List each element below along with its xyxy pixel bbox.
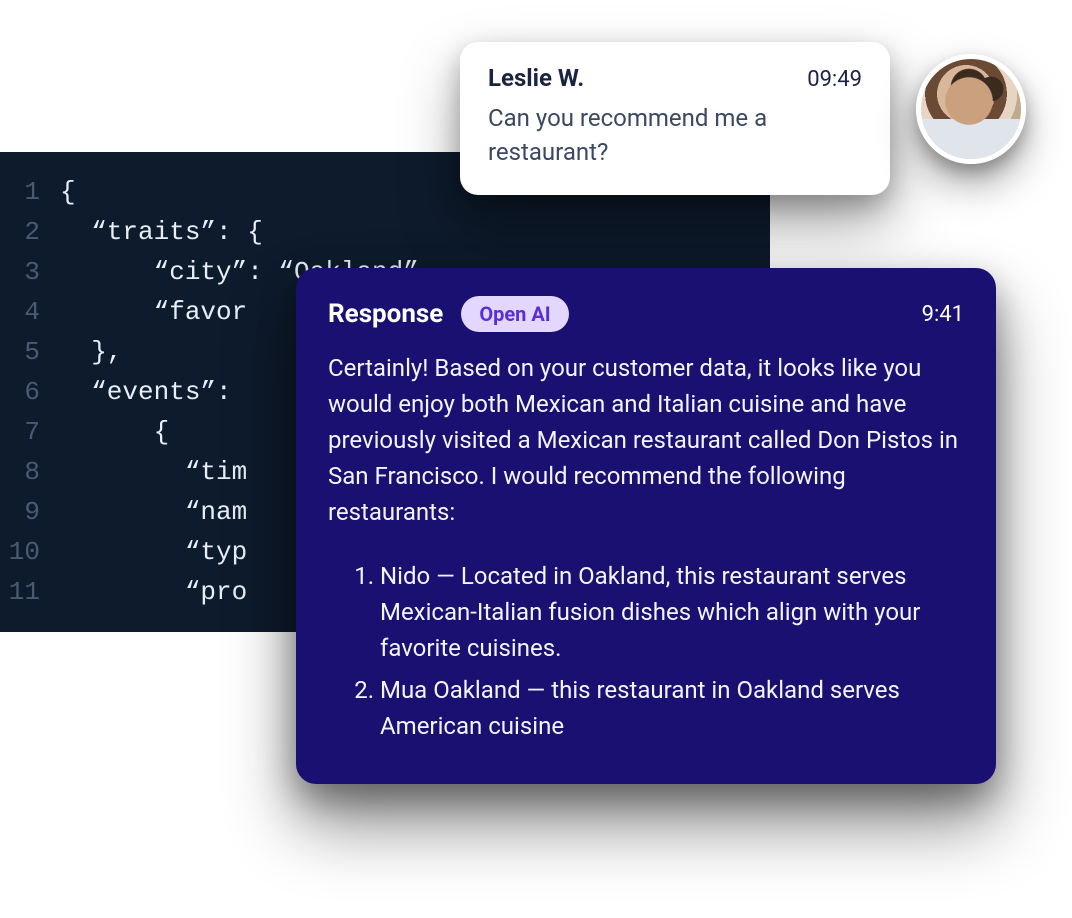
code-text: { bbox=[60, 412, 169, 452]
avatar bbox=[916, 54, 1026, 164]
line-number: 5 bbox=[0, 332, 60, 372]
response-time: 9:41 bbox=[922, 302, 964, 327]
model-badge: Open AI bbox=[461, 296, 568, 332]
line-number: 7 bbox=[0, 412, 60, 452]
line-number: 4 bbox=[0, 292, 60, 332]
recommendation-list: Nido — Located in Oakland, this restaura… bbox=[328, 558, 964, 744]
user-name: Leslie W. bbox=[488, 64, 584, 92]
response-title: Response bbox=[328, 299, 443, 329]
code-text: “events”: bbox=[60, 372, 232, 412]
line-number: 11 bbox=[0, 572, 60, 612]
response-intro: Certainly! Based on your customer data, … bbox=[328, 350, 964, 530]
list-item: Nido — Located in Oakland, this restaura… bbox=[380, 558, 964, 666]
line-number: 3 bbox=[0, 252, 60, 292]
response-header: Response Open AI 9:41 bbox=[328, 296, 964, 332]
line-number: 6 bbox=[0, 372, 60, 412]
code-text: “pro bbox=[60, 572, 247, 612]
code-text: { bbox=[60, 172, 76, 212]
code-text: “typ bbox=[60, 532, 247, 572]
message-time: 09:49 bbox=[807, 67, 862, 92]
list-item: Mua Oakland — this restaurant in Oakland… bbox=[380, 672, 964, 744]
line-number: 1 bbox=[0, 172, 60, 212]
code-text: “traits”: { bbox=[60, 212, 263, 252]
code-line: 2 “traits”: { bbox=[0, 212, 770, 252]
line-number: 2 bbox=[0, 212, 60, 252]
line-number: 8 bbox=[0, 452, 60, 492]
line-number: 10 bbox=[0, 532, 60, 572]
user-message-text: Can you recommend me a restaurant? bbox=[488, 102, 862, 169]
bubble-header: Leslie W. 09:49 bbox=[488, 64, 862, 92]
user-message-bubble: Leslie W. 09:49 Can you recommend me a r… bbox=[460, 42, 890, 195]
line-number: 9 bbox=[0, 492, 60, 532]
code-text: “tim bbox=[60, 452, 247, 492]
code-text: “favor bbox=[60, 292, 247, 332]
code-text: “nam bbox=[60, 492, 247, 532]
code-text: }, bbox=[60, 332, 122, 372]
response-card: Response Open AI 9:41 Certainly! Based o… bbox=[296, 268, 996, 784]
